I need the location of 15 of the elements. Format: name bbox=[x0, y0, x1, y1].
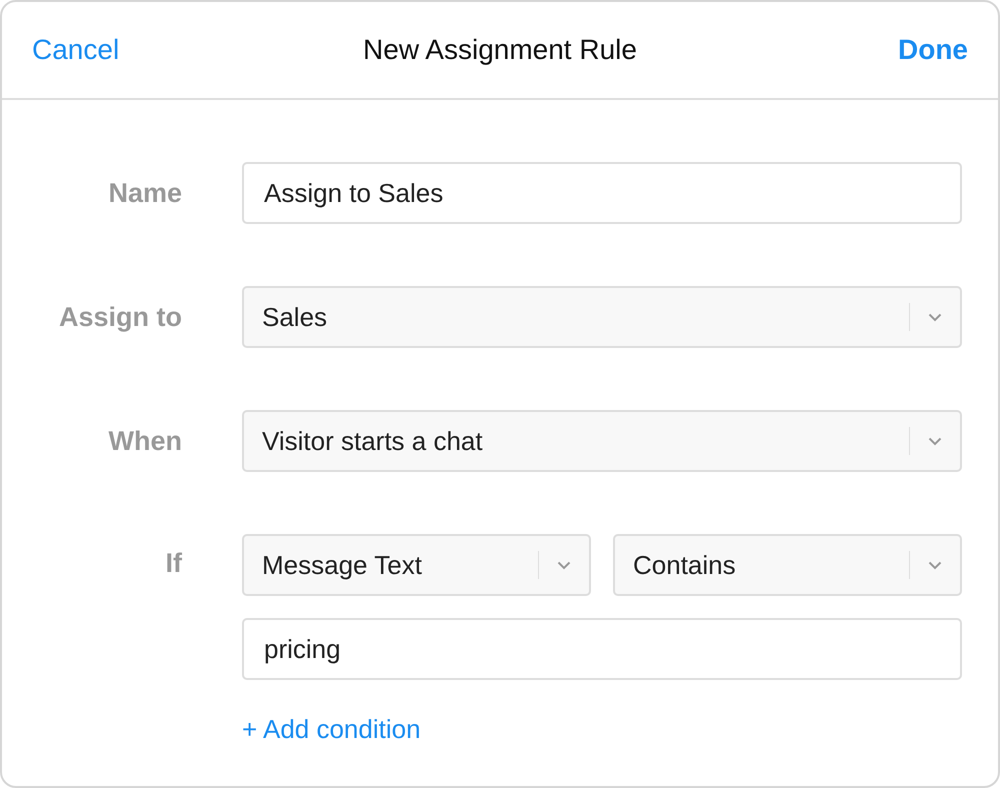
condition-value-field[interactable]: pricing bbox=[242, 618, 962, 680]
field-label: When bbox=[108, 426, 182, 456]
chevron-down-icon bbox=[928, 312, 942, 322]
field-label: Name bbox=[108, 178, 182, 208]
text-field[interactable]: Assign to Sales bbox=[242, 162, 962, 224]
chevron-down-icon bbox=[928, 560, 942, 570]
dialog-title: New Assignment Rule bbox=[363, 34, 637, 66]
field-label: If bbox=[166, 548, 182, 579]
field-label: Assign to bbox=[58, 302, 182, 332]
chevron-down-icon bbox=[928, 436, 942, 446]
chevron-down-icon bbox=[557, 560, 571, 570]
dropdown-select[interactable]: Visitor starts a chat bbox=[242, 410, 962, 472]
dropdown-select[interactable]: Sales bbox=[242, 286, 962, 348]
condition-field-select[interactable]: Message Text bbox=[242, 534, 591, 596]
condition-operator-select[interactable]: Contains bbox=[613, 534, 962, 596]
